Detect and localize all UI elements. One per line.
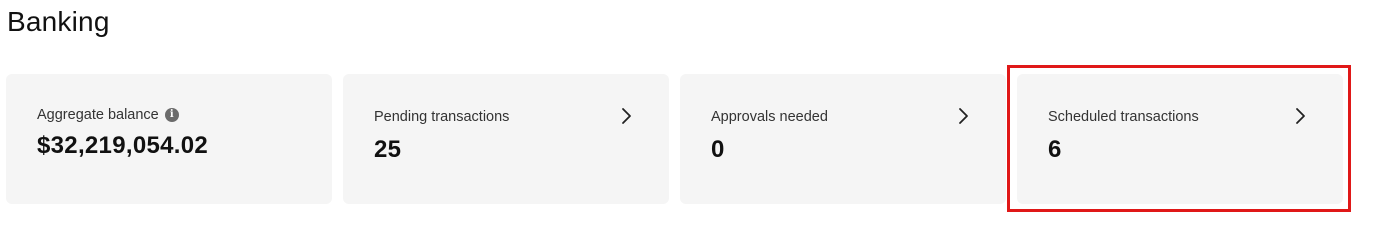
pending-transactions-label: Pending transactions xyxy=(374,109,510,125)
pending-transactions-value: 25 xyxy=(374,136,402,163)
chevron-right-icon[interactable] xyxy=(955,106,971,126)
chevron-right-icon[interactable] xyxy=(618,106,634,126)
aggregate-balance-card: Aggregate balance i $32,219,054.02 xyxy=(6,74,332,204)
scheduled-transactions-card[interactable]: Scheduled transactions 6 xyxy=(1017,74,1343,204)
approvals-needed-label: Approvals needed xyxy=(711,109,828,125)
page-title: Banking xyxy=(7,6,110,37)
aggregate-balance-label-row: Aggregate balance i xyxy=(37,107,179,123)
scheduled-transactions-value: 6 xyxy=(1048,136,1062,163)
approvals-needed-value: 0 xyxy=(711,136,725,163)
summary-cards: Aggregate balance i $32,219,054.02 Pendi… xyxy=(6,74,1343,204)
pending-transactions-card[interactable]: Pending transactions 25 xyxy=(343,74,669,204)
banking-page: Banking Aggregate balance i $32,219,054.… xyxy=(0,0,1400,219)
approvals-needed-card[interactable]: Approvals needed 0 xyxy=(680,74,1006,204)
info-icon[interactable]: i xyxy=(164,108,179,122)
aggregate-balance-label: Aggregate balance xyxy=(37,107,159,123)
scheduled-transactions-label: Scheduled transactions xyxy=(1048,109,1199,125)
aggregate-balance-value: $32,219,054.02 xyxy=(37,132,209,159)
chevron-right-icon[interactable] xyxy=(1292,106,1308,126)
